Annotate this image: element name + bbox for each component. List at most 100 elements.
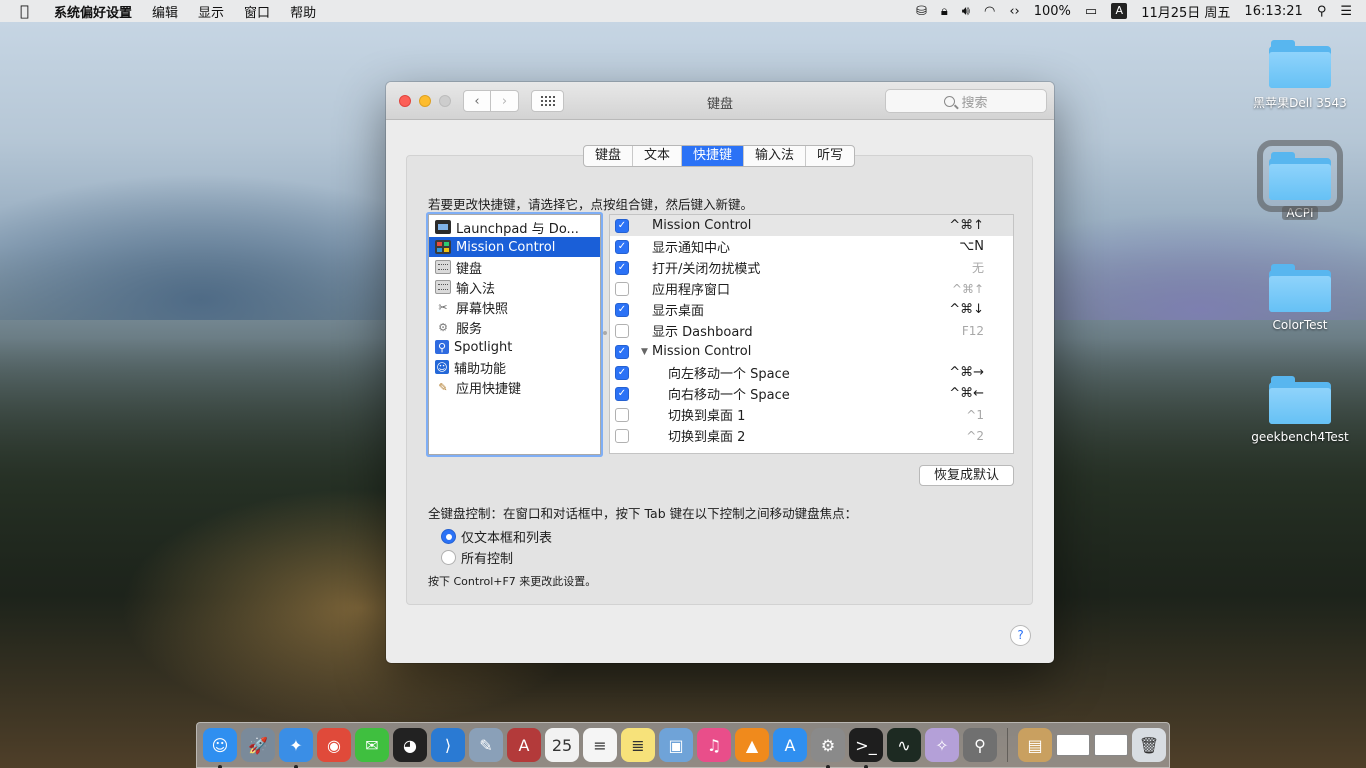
shortcut-list[interactable]: ✓ Mission Control ^⌘↑ ✓ 显示通知中心 ⌥N ✓ 打开/关…: [609, 214, 1014, 454]
tab-keyboard[interactable]: 键盘: [584, 146, 634, 166]
radio-text-boxes-lists[interactable]: 仅文本框和列表: [441, 527, 552, 546]
desktop-folder-selected[interactable]: ACPI: [1245, 140, 1355, 220]
shortcut-row[interactable]: ✓ 打开/关闭勿扰模式 无: [610, 257, 1013, 278]
volume-icon[interactable]: 🔊︎: [962, 4, 970, 19]
shortcut-row[interactable]: ✓ 显示通知中心 ⌥N: [610, 236, 1013, 257]
category-keyboard[interactable]: 键盘: [429, 257, 600, 277]
shortcut-checkbox[interactable]: [615, 428, 629, 443]
category-accessibility[interactable]: ☺ 辅助功能: [429, 357, 600, 377]
wifi-icon[interactable]: ◠: [984, 4, 995, 19]
category-input-sources[interactable]: 输入法: [429, 277, 600, 297]
radio-all-controls[interactable]: 所有控制: [441, 548, 513, 567]
radio-dot-selected[interactable]: [441, 529, 456, 544]
system-preferences-icon[interactable]: ⚙: [811, 728, 845, 768]
tab-shortcuts[interactable]: 快捷键: [682, 146, 745, 166]
date-label[interactable]: 11月25日 周五: [1141, 2, 1230, 21]
shortcut-key[interactable]: ^⌘→: [949, 365, 984, 380]
tab-input-sources[interactable]: 输入法: [744, 146, 807, 166]
shortcut-checkbox[interactable]: ✓: [615, 365, 629, 380]
shortcut-group-row[interactable]: ✓ ▼ Mission Control: [610, 341, 1013, 362]
notes-icon[interactable]: ≣: [621, 728, 655, 762]
shortcut-checkbox[interactable]: ✓: [615, 239, 629, 254]
calendar-icon[interactable]: 25: [545, 728, 579, 762]
shortcut-checkbox[interactable]: ✓: [615, 218, 629, 233]
terminal-icon[interactable]: >_: [849, 728, 883, 768]
restore-defaults-button[interactable]: 恢复成默认: [919, 465, 1014, 486]
shortcut-checkbox[interactable]: [615, 323, 629, 338]
shortcut-checkbox[interactable]: [615, 407, 629, 422]
shortcut-checkbox[interactable]: [615, 281, 629, 296]
qq-icon[interactable]: ◕: [393, 728, 427, 762]
app-store-icon[interactable]: A: [773, 728, 807, 762]
shortcut-key[interactable]: ^⌘↑: [952, 282, 984, 296]
help-button[interactable]: ?: [1010, 625, 1031, 646]
finder-icon[interactable]: ☺: [203, 728, 237, 768]
trash-icon[interactable]: 🗑: [1132, 728, 1166, 762]
chrome-icon[interactable]: ◉: [317, 728, 351, 762]
shortcut-key[interactable]: ^⌘↓: [949, 302, 984, 317]
wechat-icon[interactable]: ✉: [355, 728, 389, 762]
apple-menu-icon[interactable]: : [20, 2, 38, 20]
battery-icon[interactable]: ▭: [1085, 4, 1097, 19]
disclosure-triangle-icon[interactable]: ▼: [641, 347, 648, 357]
menu-help[interactable]: 帮助: [290, 2, 316, 21]
window-thumb-2-icon[interactable]: [1094, 734, 1128, 756]
category-app-shortcuts[interactable]: ✎ 应用快捷键: [429, 377, 600, 397]
reminders-icon[interactable]: ≡: [583, 728, 617, 762]
tab-dictation[interactable]: 听写: [806, 146, 854, 166]
shortcut-key[interactable]: ^⌘←: [949, 386, 984, 401]
tab-text[interactable]: 文本: [633, 146, 683, 166]
search-field[interactable]: 搜索: [885, 89, 1047, 113]
menu-app-name[interactable]: 系统偏好设置: [54, 2, 132, 21]
dictionary-icon[interactable]: A: [507, 728, 541, 762]
vscode-icon[interactable]: ⟩: [431, 728, 465, 762]
shortcut-key[interactable]: ^⌘↑: [949, 218, 984, 233]
menu-window[interactable]: 窗口: [244, 2, 270, 21]
preview-icon[interactable]: ✎: [469, 728, 503, 762]
category-list[interactable]: Launchpad 与 Do... Mission Control 键盘 输入法…: [428, 214, 601, 455]
shortcut-checkbox[interactable]: ✓: [615, 302, 629, 317]
desktop-folder[interactable]: ColorTest: [1245, 264, 1355, 332]
shortcut-row[interactable]: ✓ 向左移动一个 Space ^⌘→: [610, 362, 1013, 383]
shortcut-row[interactable]: 切换到桌面 2 ^2: [610, 425, 1013, 446]
usb-icon[interactable]: ⚲: [963, 728, 997, 762]
lock-icon[interactable]: 🔒︎: [941, 4, 948, 19]
battery-percent[interactable]: 100%: [1034, 4, 1071, 19]
title-bar[interactable]: ‹ › 键盘 搜索: [386, 82, 1054, 120]
split-handle-icon[interactable]: [603, 331, 607, 335]
shortcut-checkbox[interactable]: ✓: [615, 344, 629, 359]
shortcut-row[interactable]: ✓ Mission Control ^⌘↑: [610, 215, 1013, 236]
desktop-folder[interactable]: 黑苹果Dell 3543: [1245, 40, 1355, 111]
window-thumb-1-icon[interactable]: [1056, 734, 1090, 756]
shortcut-row[interactable]: 显示 Dashboard F12: [610, 320, 1013, 341]
radio-dot[interactable]: [441, 550, 456, 565]
input-method-icon[interactable]: A: [1111, 3, 1128, 19]
shortcut-row[interactable]: 应用程序窗口 ^⌘↑: [610, 278, 1013, 299]
shortcut-row[interactable]: 切换到桌面 1 ^1: [610, 404, 1013, 425]
launchpad-icon[interactable]: 🚀: [241, 728, 275, 762]
network-drive-icon[interactable]: ⛁: [916, 4, 927, 19]
time-label[interactable]: 16:13:21: [1244, 4, 1302, 19]
vlc-icon[interactable]: ▲: [735, 728, 769, 762]
shortcut-row[interactable]: ✓ 显示桌面 ^⌘↓: [610, 299, 1013, 320]
photos-icon[interactable]: ▣: [659, 728, 693, 762]
category-launchpad-dock[interactable]: Launchpad 与 Do...: [429, 217, 600, 237]
shortcut-checkbox[interactable]: ✓: [615, 386, 629, 401]
menu-edit[interactable]: 编辑: [152, 2, 178, 21]
shortcut-key[interactable]: ⌥N: [959, 239, 984, 254]
shortcut-row[interactable]: ✓ 向右移动一个 Space ^⌘←: [610, 383, 1013, 404]
wizard-icon[interactable]: ✧: [925, 728, 959, 762]
category-spotlight[interactable]: ⚲ Spotlight: [429, 337, 600, 357]
notification-center-icon[interactable]: ☰: [1340, 4, 1352, 19]
category-services[interactable]: ⚙ 服务: [429, 317, 600, 337]
shortcut-checkbox[interactable]: ✓: [615, 260, 629, 275]
desktop-folder[interactable]: geekbench4Test: [1245, 376, 1355, 444]
shortcut-key[interactable]: ^1: [966, 408, 984, 422]
category-mission-control[interactable]: Mission Control: [429, 237, 600, 257]
spotlight-search-icon[interactable]: ⚲: [1317, 4, 1327, 19]
archive-icon[interactable]: ▤: [1018, 728, 1052, 762]
shortcut-key[interactable]: ^2: [966, 429, 984, 443]
itunes-icon[interactable]: ♫: [697, 728, 731, 762]
shortcut-key[interactable]: F12: [962, 324, 984, 338]
category-screenshots[interactable]: ✂ 屏幕快照: [429, 297, 600, 317]
